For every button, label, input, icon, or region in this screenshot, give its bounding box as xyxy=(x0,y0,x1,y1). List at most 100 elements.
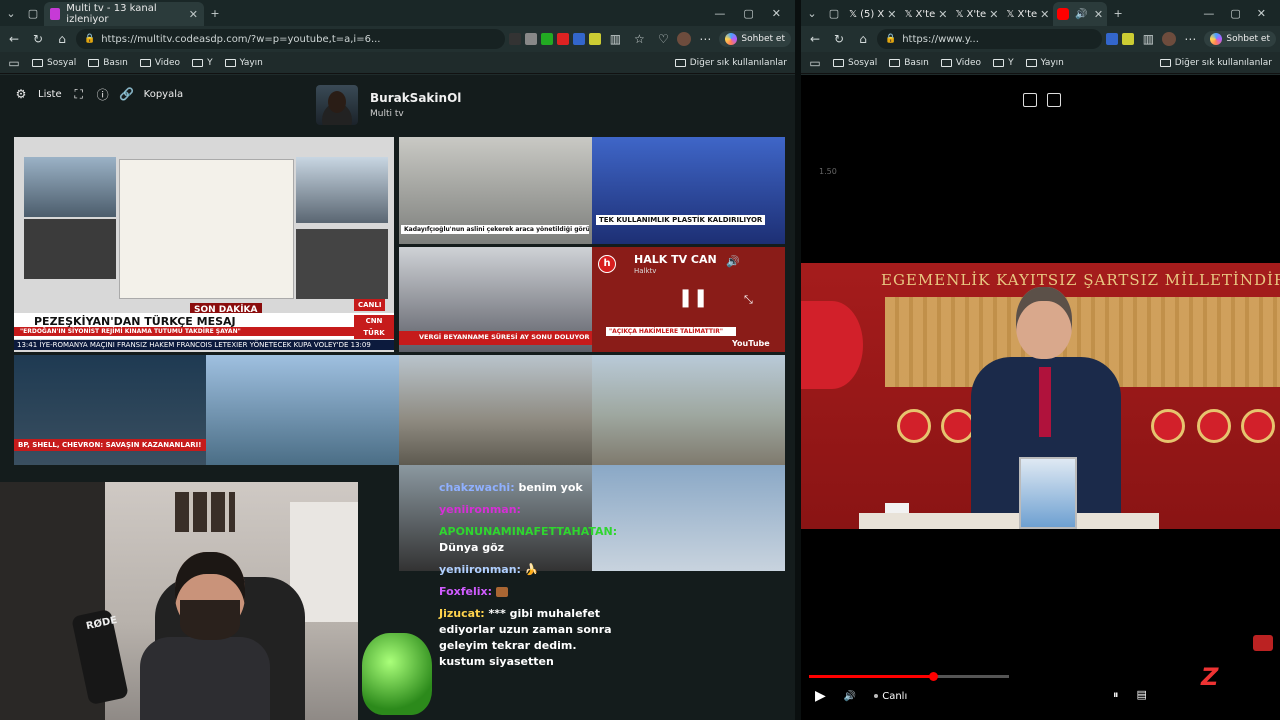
back-icon[interactable]: ← xyxy=(4,29,24,49)
progress-bar[interactable] xyxy=(809,672,1009,681)
extension-icon[interactable] xyxy=(541,33,554,45)
bookmark-folder[interactable]: Basın xyxy=(889,58,929,68)
extension-icon[interactable] xyxy=(573,33,586,45)
extension-icon[interactable] xyxy=(589,33,602,45)
minimize-icon[interactable]: — xyxy=(1203,7,1214,20)
play-icon[interactable]: ▶ xyxy=(815,688,826,704)
address-bar[interactable]: 🔒 https://multitv.codeasdp.com/?w=p=yout… xyxy=(76,29,506,49)
maximize-icon[interactable]: ▢ xyxy=(743,7,753,20)
stream-tile-plastic[interactable]: TEK KULLANIMLIK PLASTİK KALDIRILIYOR xyxy=(592,137,785,244)
tab-multitv[interactable]: Multi tv - 13 kanal izleniyor ✕ xyxy=(44,2,204,26)
control-row: ▶ 🔊 Canlı xyxy=(815,688,907,704)
copilot-button[interactable]: Sohbet et xyxy=(719,31,791,47)
maximize-icon[interactable]: ▢ xyxy=(1230,7,1240,20)
canli-badge: CANLI xyxy=(354,299,386,311)
tab-x[interactable]: 𝕏 X'te ✕ xyxy=(900,2,951,26)
other-favorites[interactable]: Diğer sık kullanılanlar xyxy=(674,58,787,68)
chat-username: Foxfelix: xyxy=(439,585,493,598)
pause-toggle-icon[interactable]: ⏸ xyxy=(1113,688,1119,702)
fullscreen-icon[interactable]: ⛶ xyxy=(72,87,86,101)
reader-icon[interactable] xyxy=(1047,93,1061,107)
volume-icon[interactable]: 🔊 xyxy=(844,691,856,702)
tab-actions-icon[interactable]: ⌄ xyxy=(801,2,823,24)
bookmark-folder[interactable]: Yayın xyxy=(224,58,263,68)
more-icon[interactable]: ⋯ xyxy=(695,29,715,49)
audio-icon[interactable]: 🔊 xyxy=(1075,9,1087,20)
stream-tile-sky[interactable] xyxy=(592,465,785,571)
close-window-icon[interactable]: ✕ xyxy=(1257,7,1266,20)
stream-tile-cnn[interactable]: SON DAKİKA CANLI PEZEŞKİYAN'DAN TÜRKÇE M… xyxy=(14,137,394,352)
bookmark-folder[interactable]: Y xyxy=(993,58,1014,68)
info-icon[interactable]: ⓘ xyxy=(96,87,110,102)
new-tab-icon[interactable]: + xyxy=(1107,2,1129,24)
close-tab-icon[interactable]: ✕ xyxy=(1094,8,1103,21)
settings-icon[interactable]: ⚙ xyxy=(14,87,28,101)
copilot-button[interactable]: Sohbet et xyxy=(1204,31,1276,47)
picture-in-picture-icon[interactable] xyxy=(1023,93,1037,107)
other-favorites[interactable]: Diğer sık kullanılanlar xyxy=(1159,58,1272,68)
pause-icon[interactable]: ❚❚ xyxy=(678,287,708,308)
stream-tile-oil[interactable]: BP, SHELL, CHEVRON: SAVAŞIN KAZANANLARI! xyxy=(14,355,206,465)
refresh-icon[interactable]: ↻ xyxy=(829,29,849,49)
video-frame[interactable]: EGEMENLİK KAYITSIZ ŞARTSIZ MİLLETİNDİR xyxy=(801,263,1280,529)
profile-avatar-icon[interactable] xyxy=(677,32,692,46)
bookmark-folder[interactable]: Yayın xyxy=(1025,58,1064,68)
stream-tile-tax[interactable]: VERGİ BEYANNAME SÜRESİ AY SONU DOLUYOR xyxy=(399,247,592,352)
tab-x[interactable]: 𝕏 X'te ✕ xyxy=(1002,2,1053,26)
extension-icon[interactable] xyxy=(509,33,522,45)
bookmark-folder[interactable]: Sosyal xyxy=(833,58,877,68)
stream-tile-skyline[interactable] xyxy=(206,355,399,465)
sidebar-toggle-icon[interactable]: ▭ xyxy=(8,53,20,73)
split-screen-icon[interactable]: ▥ xyxy=(1138,29,1158,49)
stream-tile-city[interactable] xyxy=(399,355,592,465)
bookmark-folder[interactable]: Video xyxy=(139,58,180,68)
chat-message: yeniironman: 🍌 xyxy=(439,562,619,578)
profile-avatar-icon[interactable] xyxy=(1162,32,1177,46)
extension-icon[interactable] xyxy=(557,33,570,45)
list-button[interactable]: Liste xyxy=(38,89,62,100)
favorites-icon[interactable]: ☆ xyxy=(629,29,649,49)
tab-x[interactable]: 𝕏 (5) X ✕ xyxy=(845,2,900,26)
bookmark-folder[interactable]: Y xyxy=(192,58,213,68)
close-tab-icon[interactable]: ✕ xyxy=(887,8,896,21)
close-window-icon[interactable]: ✕ xyxy=(772,7,781,20)
close-tab-icon[interactable]: ✕ xyxy=(1040,8,1049,21)
split-screen-icon[interactable]: ▥ xyxy=(605,29,625,49)
halktv-logo-icon: h xyxy=(598,255,616,273)
bookmark-folder[interactable]: Video xyxy=(940,58,981,68)
extension-icon[interactable] xyxy=(525,33,538,45)
address-bar[interactable]: 🔒 https://www.y... xyxy=(877,29,1103,49)
subtitles-icon[interactable]: ▤ xyxy=(1137,688,1147,702)
tab-x[interactable]: 𝕏 X'te ✕ xyxy=(951,2,1002,26)
live-indicator[interactable]: Canlı xyxy=(874,691,907,702)
extension-icon[interactable] xyxy=(1106,33,1119,45)
sidebar-toggle-icon[interactable]: ▭ xyxy=(809,53,821,73)
bookmark-folder[interactable]: Sosyal xyxy=(32,58,76,68)
extension-icon[interactable] xyxy=(1122,33,1135,45)
minimize-icon[interactable]: — xyxy=(714,7,725,20)
close-tab-icon[interactable]: ✕ xyxy=(989,8,998,21)
workspaces-icon[interactable]: ▢ xyxy=(22,2,44,24)
bookmark-folder[interactable]: Basın xyxy=(88,58,128,68)
home-icon[interactable]: ⌂ xyxy=(853,29,873,49)
copy-button[interactable]: Kopyala xyxy=(144,89,183,100)
volume-icon[interactable]: 🔊 xyxy=(726,255,740,268)
workspaces-icon[interactable]: ▢ xyxy=(823,2,845,24)
close-tab-icon[interactable]: ✕ xyxy=(189,8,198,21)
back-icon[interactable]: ← xyxy=(805,29,825,49)
expand-icon[interactable]: ⤡ xyxy=(744,293,753,307)
tab-youtube-active[interactable]: 🔊 ✕ xyxy=(1053,2,1108,26)
more-icon[interactable]: ⋯ xyxy=(1180,29,1200,49)
tab-actions-icon[interactable]: ⌄ xyxy=(0,2,22,24)
chat-text: Dünya göz xyxy=(439,541,505,554)
stream-tile-coast[interactable] xyxy=(592,355,785,465)
home-icon[interactable]: ⌂ xyxy=(52,29,72,49)
stream-tile-fuel[interactable]: Kadayıfçıoğlu'nun aslini çekerek araca y… xyxy=(399,137,592,244)
stream-tile-halktv[interactable]: h HALK TV CAN Halktv 🔊 ❚❚ ⤡ "AÇIKÇA HAKİ… xyxy=(592,247,785,352)
collections-icon[interactable]: ♡ xyxy=(653,29,673,49)
refresh-icon[interactable]: ↻ xyxy=(28,29,48,49)
link-icon[interactable]: 🔗 xyxy=(119,87,134,101)
progress-knob[interactable] xyxy=(929,672,938,681)
new-tab-icon[interactable]: + xyxy=(204,2,226,24)
close-tab-icon[interactable]: ✕ xyxy=(938,8,947,21)
